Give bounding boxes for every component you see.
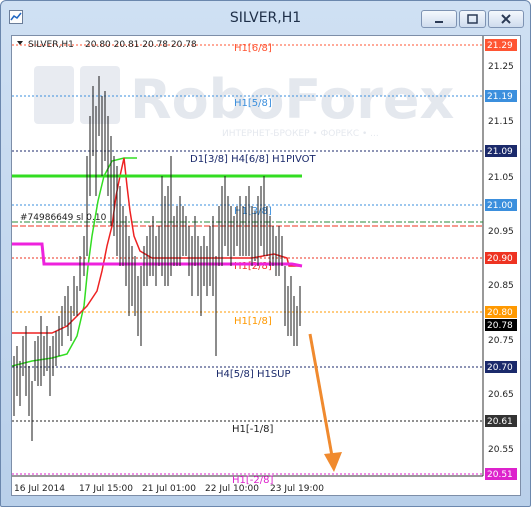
close-button[interactable] <box>488 10 524 28</box>
price-tick-21-15: 21.15 <box>488 117 514 127</box>
watermark-text: RoboForex <box>130 68 454 131</box>
price-tick-20-95: 20.95 <box>488 227 514 237</box>
time-axis: 16 Jul 2014 17 Jul 15:00 21 Jul 01:00 22… <box>14 484 324 494</box>
forecast-arrow <box>308 333 342 472</box>
price-tag-20-90: 20.90 <box>487 254 513 264</box>
watermark-subtext: ИНТЕРНЕТ-БРОКЕР • ФОРЕКС • ... <box>222 129 379 139</box>
level-label-h1sup: H4[5/8] H1SUP <box>216 369 291 380</box>
symbol-label: SILVER,H1 <box>28 40 74 50</box>
order-label: #74986649 sl 0.10 <box>20 213 107 223</box>
chart-plot-area[interactable]: RoboForex ИНТЕРНЕТ-БРОКЕР • ФОРЕКС • ... <box>11 35 521 496</box>
price-tick-21-05: 21.05 <box>488 173 514 183</box>
level-label-h1-6-8: H1[6/8] <box>234 43 272 54</box>
minimize-icon <box>435 21 443 23</box>
price-tag-21-00: 21.00 <box>487 201 513 211</box>
price-axis: 21.29 21.25 21.19 21.15 21.09 21.05 21.0… <box>485 39 517 480</box>
price-tick-20-85: 20.85 <box>488 281 514 291</box>
green-ma-line <box>12 157 137 367</box>
price-tick-20-75: 20.75 <box>488 336 514 346</box>
price-tag-20-51: 20.51 <box>487 470 513 480</box>
price-tick-20-65: 20.65 <box>488 390 514 400</box>
current-price-tag: 20.78 <box>487 321 513 331</box>
price-tag-20-61: 20.61 <box>487 417 513 427</box>
level-label-h1-5-8: H1[5/8] <box>234 98 272 109</box>
maximize-icon <box>467 14 478 24</box>
price-tag-21-09: 21.09 <box>487 147 513 157</box>
chart-window: SILVER,H1 RoboForex ИНТЕРНЕТ-БРОКЕР • ФО… <box>0 0 531 507</box>
level-label-h1-1-8: H1[1/8] <box>234 316 272 327</box>
time-label-2: 21 Jul 01:00 <box>142 484 196 494</box>
time-label-4: 23 Jul 19:00 <box>270 484 324 494</box>
time-label-1: 17 Jul 15:00 <box>79 484 133 494</box>
level-label-h1-m1-8: H1[-1/8] <box>232 424 273 435</box>
title-bar[interactable]: SILVER,H1 <box>1 1 530 35</box>
minimize-button[interactable] <box>421 10 457 28</box>
time-label-3: 22 Jul 10:00 <box>205 484 259 494</box>
chart-header: SILVER,H1 20.80 20.81 20.78 20.78 <box>17 40 197 50</box>
price-tick-20-55: 20.55 <box>488 445 514 455</box>
price-tick-21-25: 21.25 <box>488 62 514 72</box>
maximize-button[interactable] <box>459 10 486 28</box>
price-tag-20-70: 20.70 <box>487 363 513 373</box>
price-chart[interactable]: RoboForex ИНТЕРНЕТ-БРОКЕР • ФОРЕКС • ... <box>12 36 520 495</box>
dropdown-icon <box>17 41 23 45</box>
price-tag-21-29: 21.29 <box>487 41 513 51</box>
ohlc-values: 20.80 20.81 20.78 20.78 <box>85 40 197 50</box>
price-tag-21-19: 21.19 <box>487 92 513 102</box>
level-label-pivot: D1[3/8] H4[6/8] H1PIVOT <box>190 154 316 165</box>
close-icon <box>501 14 511 24</box>
price-tag-20-80: 20.80 <box>487 308 513 318</box>
time-label-0: 16 Jul 2014 <box>14 484 65 494</box>
